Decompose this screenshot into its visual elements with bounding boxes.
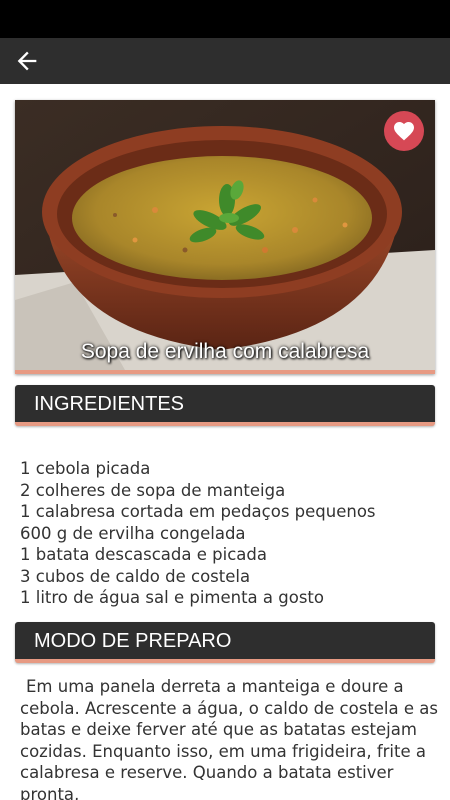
- preparation-text: Em uma panela derreta a manteiga e doure…: [20, 677, 438, 800]
- back-button[interactable]: [8, 42, 46, 80]
- preparation-header: MODO DE PREPARO: [15, 622, 435, 663]
- ingredients-header-label: INGREDIENTES: [34, 393, 185, 415]
- status-bar: [0, 0, 450, 38]
- arrow-left-icon: [17, 51, 37, 71]
- ingredient-item: 600 g de ervilha congelada: [20, 523, 246, 543]
- app-bar: [0, 38, 450, 84]
- ingredient-item: 3 cubos de caldo de costela: [20, 566, 251, 586]
- heart-icon: [394, 122, 414, 141]
- ingredient-item: 1 litro de água sal e pimenta a gosto: [20, 588, 324, 607]
- recipe-title: Sopa de ervilha com calabresa: [80, 340, 370, 363]
- ingredient-item: 2 colheres de sopa de manteiga: [20, 480, 286, 500]
- preparation-header-label: MODO DE PREPARO: [34, 630, 232, 652]
- ingredient-item: 1 cebola picada: [20, 459, 151, 478]
- recipe-photo: [15, 100, 435, 370]
- ingredients-list: 1 cebola picada 2 colheres de sopa de ma…: [20, 458, 440, 609]
- recipe-hero-card: Sopa de ervilha com calabresa: [15, 100, 435, 374]
- ingredients-header: INGREDIENTES: [15, 385, 435, 426]
- ingredient-item: 1 batata descascada e picada: [20, 545, 267, 564]
- ingredient-item: 1 calabresa cortada em pedaços pequenos: [20, 502, 376, 521]
- favorite-button[interactable]: [384, 111, 424, 151]
